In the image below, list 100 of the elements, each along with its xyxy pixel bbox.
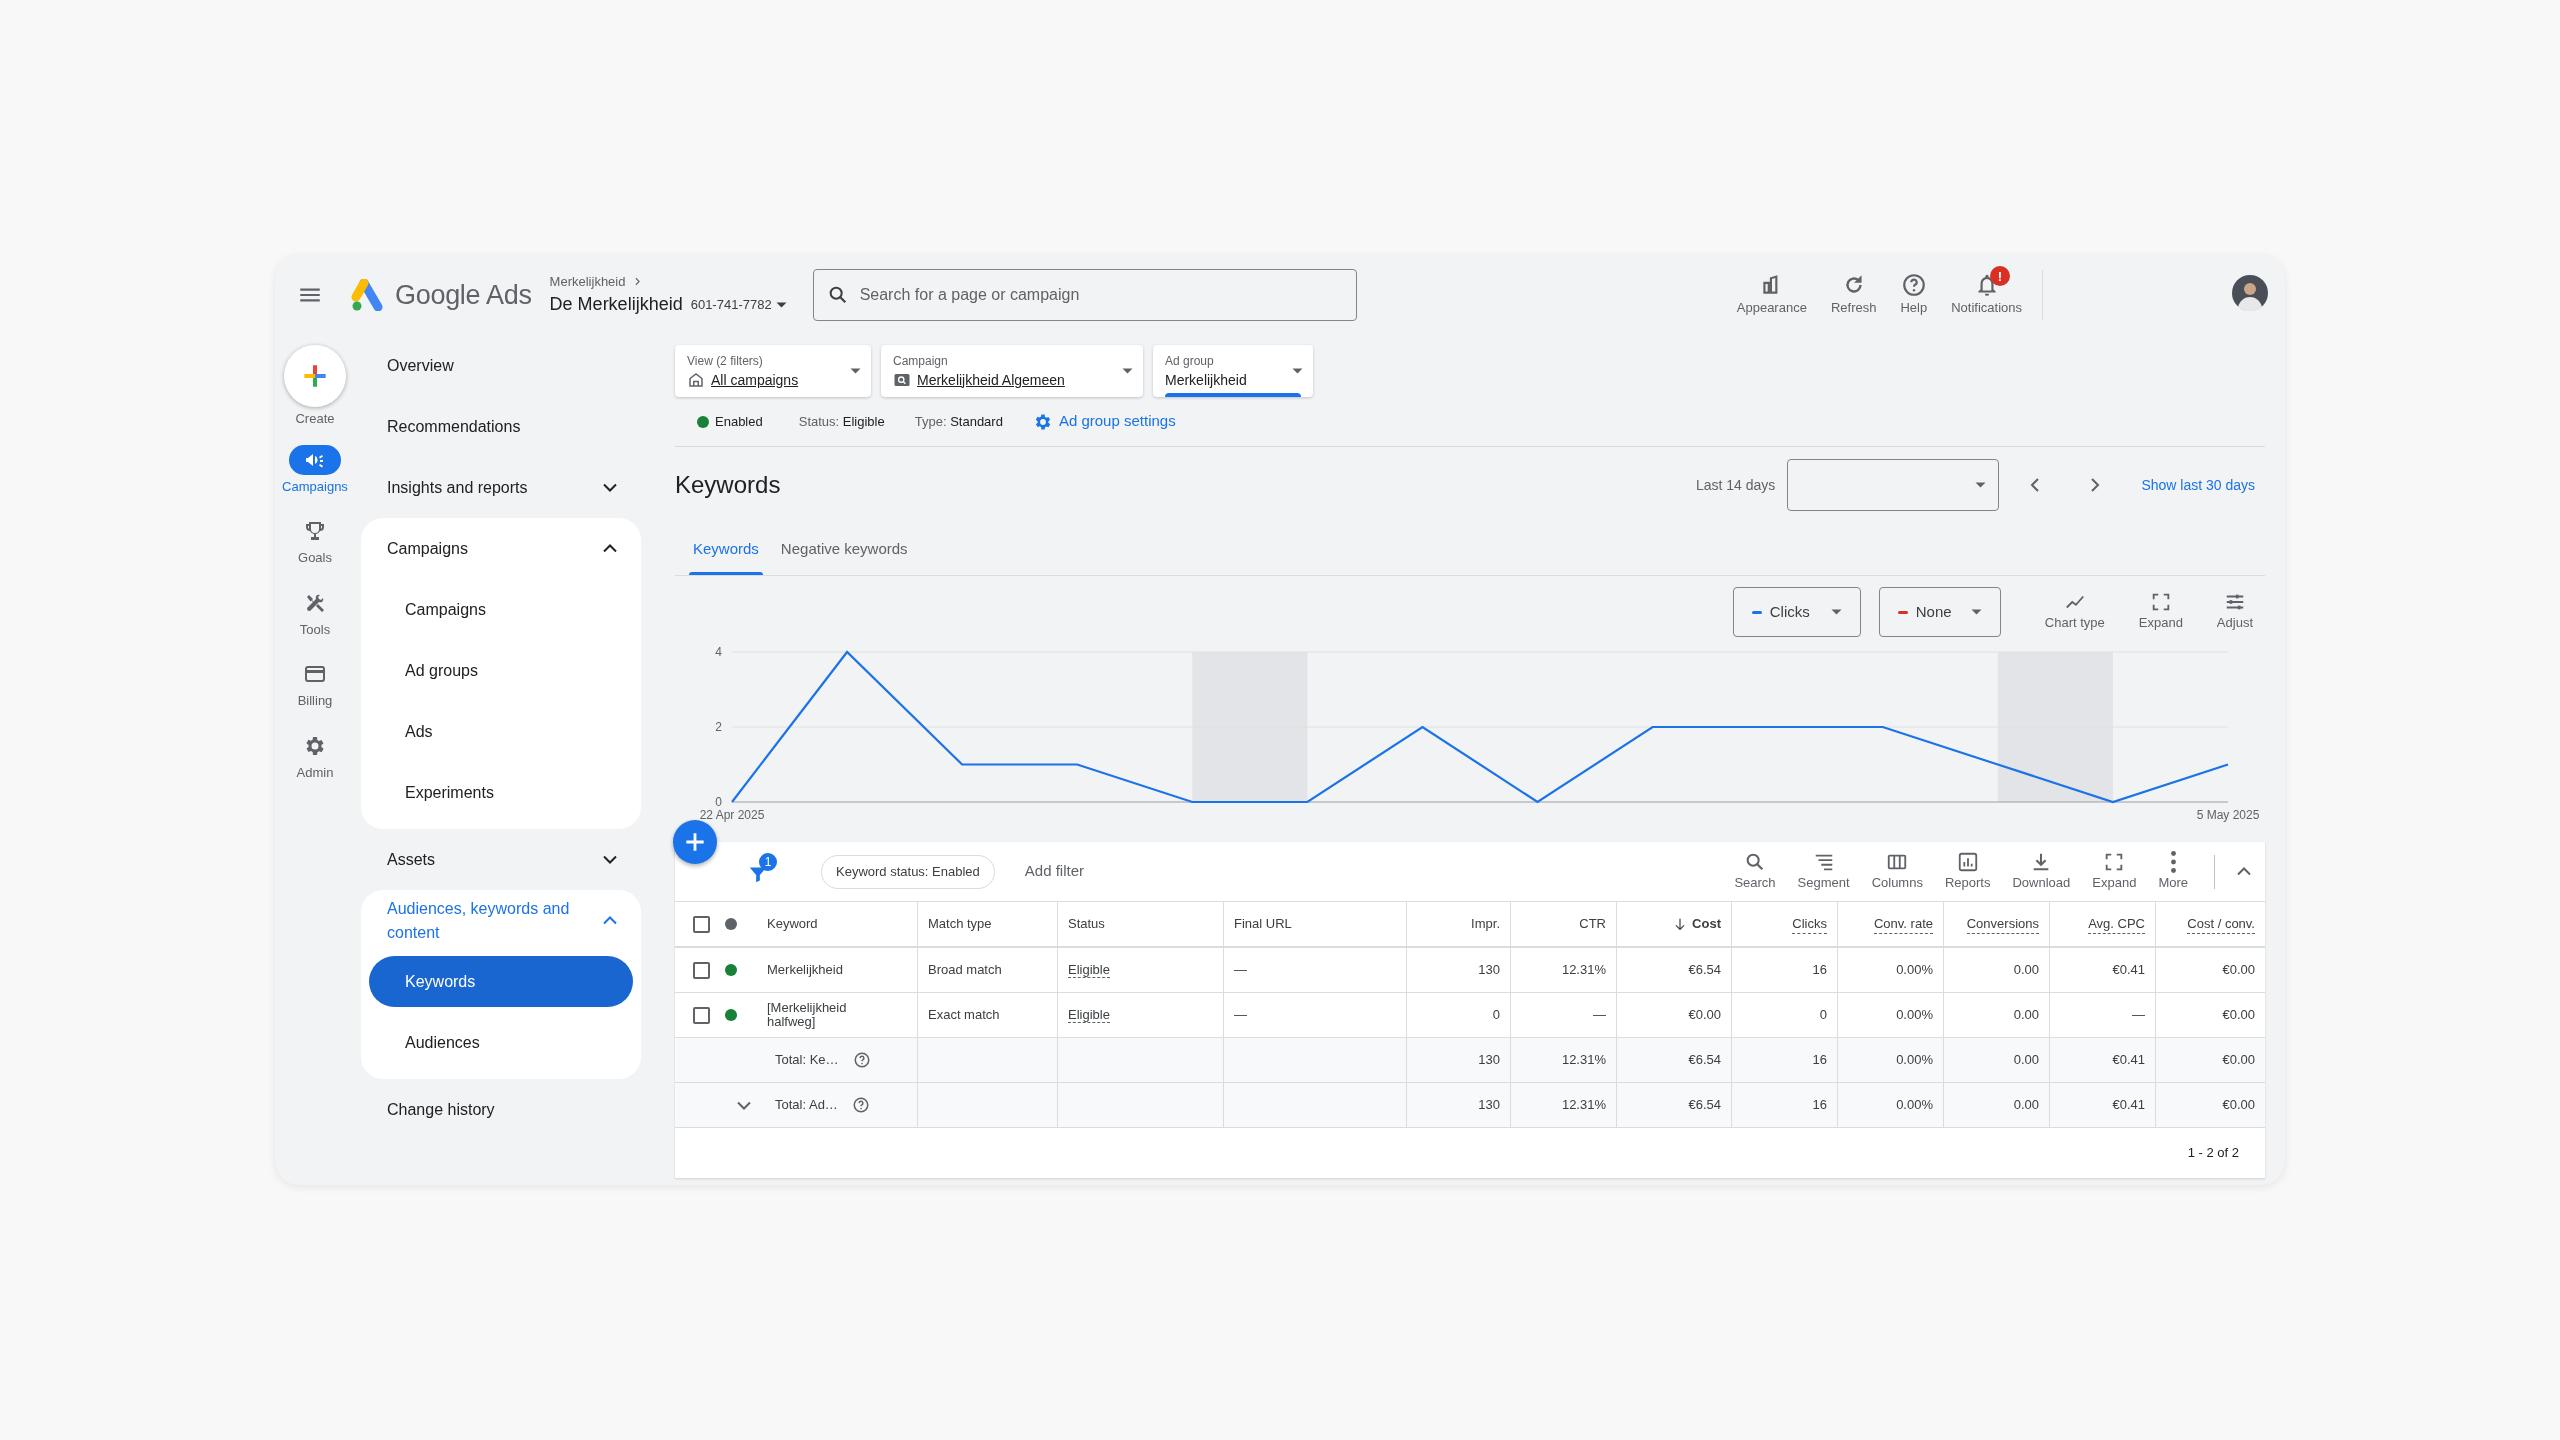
status-text[interactable]: Eligible [1068, 962, 1110, 978]
toolbar-button[interactable]: Refresh [1820, 270, 1887, 320]
table-cell-text: €6.54 [1688, 1051, 1721, 1070]
total-label: Total: Ke… [775, 1051, 839, 1070]
table-cell-text: — [2132, 1006, 2145, 1025]
collapse-icon[interactable] [2237, 867, 2251, 876]
add-filter-button[interactable]: Add filter [1024, 860, 1084, 883]
filter-count-badge: 1 [759, 852, 777, 871]
row-checkbox[interactable] [693, 1006, 710, 1024]
help-icon[interactable] [852, 1051, 871, 1069]
nav-item[interactable]: Assets [361, 829, 641, 890]
table-cell-text: €0.41 [2112, 1096, 2145, 1115]
avatar[interactable] [2232, 275, 2268, 311]
rail-item[interactable]: Goals [289, 516, 341, 568]
nav-item[interactable]: Recommendations [361, 396, 641, 457]
dropdown-icon[interactable] [775, 301, 787, 308]
table-cell-text: 0.00 [2013, 1096, 2039, 1115]
date-range-link[interactable]: Show last 30 days [2141, 474, 2255, 496]
chevron-up-icon [603, 916, 617, 925]
chart-tool-button[interactable]: Chart type [2036, 591, 2113, 633]
type-text: Type: Standard [914, 412, 1003, 431]
toolbar-button[interactable]: Help [1890, 270, 1938, 320]
table-tool-button[interactable]: Reports [1936, 850, 1999, 893]
rail-item[interactable]: Billing [289, 659, 341, 711]
column-header[interactable]: Clicks [1792, 913, 1827, 935]
nav-item[interactable]: Change history [361, 1079, 641, 1140]
table-tool-button[interactable]: Columns [1863, 850, 1931, 893]
table-cell-text: 12.31% [1561, 1051, 1606, 1070]
nav-subitem[interactable]: Campaigns [369, 584, 633, 635]
dropdown-icon [1292, 368, 1303, 374]
column-header[interactable]: Status [1068, 914, 1105, 934]
column-header[interactable]: Cost / conv. [2187, 913, 2255, 935]
table-tool-button[interactable]: Expand [2084, 850, 2145, 893]
add-button[interactable] [673, 820, 717, 864]
trophy-icon [303, 519, 327, 543]
column-header[interactable]: Conv. rate [1874, 913, 1933, 935]
nav-item[interactable]: Audiences, keywords and content [361, 890, 641, 951]
chart-tool-button[interactable]: Adjust [2208, 591, 2261, 633]
nav-subitem[interactable]: Audiences [369, 1017, 633, 1068]
search-campaign-icon [893, 371, 911, 389]
table-cell-text: 130 [1478, 1096, 1500, 1115]
table-cell-text: €0.00 [2222, 1006, 2255, 1025]
axis-label: 0 [715, 795, 722, 809]
date-range-dropdown[interactable] [1787, 459, 2000, 511]
nav-subitem[interactable]: Experiments [369, 767, 633, 818]
table-cell-text: €6.54 [1688, 1096, 1721, 1115]
help-icon[interactable] [851, 1096, 870, 1114]
metric-dropdown[interactable]: Clicks [1732, 587, 1861, 637]
search-field[interactable]: Search for a page or campaign [812, 269, 1357, 321]
breadcrumb-link[interactable]: Merkelijkheid [549, 271, 626, 292]
table-tool-button[interactable]: Segment [1789, 850, 1858, 893]
table-cell-text: 12.31% [1561, 961, 1606, 980]
account-name: De Merkelijkheid [549, 293, 683, 317]
rail-item[interactable]: Tools [289, 587, 341, 639]
table-cell-text: 0.00% [1896, 961, 1933, 980]
table-cell-text: 0.00% [1896, 1006, 1933, 1025]
dropdown-icon [1975, 482, 1987, 488]
metric-dropdown[interactable]: None [1878, 587, 2001, 637]
row-checkbox[interactable] [693, 961, 710, 979]
page-title: Keywords [675, 470, 781, 500]
toolbar-button[interactable]: Appearance [1726, 270, 1817, 320]
column-header[interactable]: Keyword [767, 914, 818, 934]
column-header[interactable]: Final URL [1234, 914, 1292, 934]
scope-dropdown[interactable]: Ad group Merkelijkheid [1153, 345, 1313, 397]
nav-item[interactable]: Overview [361, 335, 641, 396]
table-cell-text: — [1234, 1006, 1247, 1025]
column-header[interactable]: Avg. CPC [2088, 913, 2145, 935]
home-icon [687, 371, 705, 389]
column-header[interactable]: Cost [1672, 914, 1721, 934]
select-all-checkbox[interactable] [693, 915, 710, 933]
tab[interactable]: Negative keywords [772, 523, 916, 575]
table-tool-button[interactable]: Download [2004, 850, 2079, 893]
chevron-down-icon[interactable] [737, 1100, 751, 1110]
table-tool-button[interactable]: Search [1726, 850, 1784, 893]
rail-item[interactable]: Admin [289, 730, 341, 782]
tab[interactable]: Keywords [685, 523, 767, 575]
nav-item[interactable]: Insights and reports [361, 457, 641, 518]
scope-dropdown[interactable]: Campaign Merkelijkheid Algemeen [881, 345, 1143, 397]
column-header[interactable]: Impr. [1471, 914, 1500, 934]
table-cell-text: Exact match [928, 1006, 1000, 1025]
nav-item[interactable]: Campaigns [361, 518, 641, 579]
nav-subitem[interactable]: Ads [369, 706, 633, 757]
status-text[interactable]: Eligible [1068, 1007, 1110, 1023]
table-cell-text: €0.00 [1688, 1006, 1721, 1025]
logo-icon [349, 279, 385, 311]
table-cell-text: — [1593, 1006, 1606, 1025]
nav-subitem[interactable]: Ad groups [369, 645, 633, 696]
scope-dropdown[interactable]: View (2 filters) All campaigns [675, 345, 871, 397]
nav-subitem[interactable]: Keywords [369, 956, 633, 1007]
chart-tool-button[interactable]: Expand [2130, 591, 2191, 633]
column-header[interactable]: Conversions [1966, 913, 2039, 935]
chevron-down-icon [603, 855, 617, 864]
dropdown-icon [1122, 368, 1133, 374]
table-cell-text: 0.00 [2013, 1006, 2039, 1025]
rail-item[interactable]: Campaigns [282, 444, 348, 496]
table-tool-button[interactable]: More [2150, 850, 2196, 893]
settings-link[interactable]: Ad group settings [1032, 410, 1176, 433]
column-header[interactable]: Match type [928, 914, 992, 934]
table-cell-text: — [1234, 961, 1247, 980]
column-header[interactable]: CTR [1579, 914, 1606, 934]
